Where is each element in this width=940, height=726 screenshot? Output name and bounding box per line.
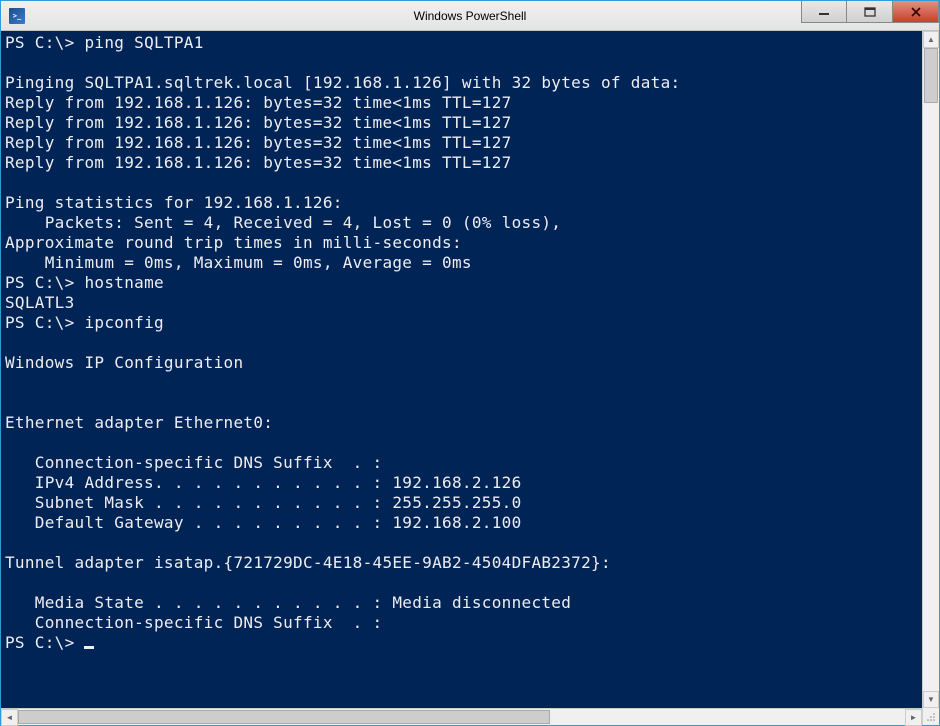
ping-reply: Reply from 192.168.1.126: bytes=32 time<… [5, 153, 512, 172]
scroll-down-button[interactable]: ▼ [923, 691, 939, 708]
vertical-scrollbar[interactable]: ▲ ▼ [922, 31, 939, 708]
scroll-left-button[interactable]: ◄ [1, 709, 18, 726]
window-title: Windows PowerShell [414, 9, 527, 23]
prompt: PS C:\> [5, 33, 75, 52]
hostname-output: SQLATL3 [5, 293, 75, 312]
adapter-dns-suffix: Connection-specific DNS Suffix . : [5, 453, 382, 472]
maximize-button[interactable] [847, 1, 893, 23]
adapter-subnet: Subnet Mask . . . . . . . . . . . : 255.… [5, 493, 522, 512]
titlebar[interactable]: Windows PowerShell [1, 1, 939, 31]
adapter-gateway: Default Gateway . . . . . . . . . : 192.… [5, 513, 522, 532]
cursor [84, 646, 94, 649]
tunnel-dns-suffix: Connection-specific DNS Suffix . : [5, 613, 382, 632]
horizontal-scrollbar[interactable]: ◄ ► [1, 708, 922, 725]
command-hostname: hostname [84, 273, 163, 292]
bottom-scroll-row: ◄ ► [1, 708, 939, 725]
adapter-header: Ethernet adapter Ethernet0: [5, 413, 273, 432]
powershell-window: Windows PowerShell PS C:\> ping SQLTPA1 … [0, 0, 940, 726]
scroll-track-horizontal[interactable] [18, 709, 905, 725]
tunnel-header: Tunnel adapter isatap.{721729DC-4E18-45E… [5, 553, 611, 572]
tunnel-media-state: Media State . . . . . . . . . . . : Medi… [5, 593, 571, 612]
window-controls [801, 1, 939, 23]
close-button[interactable] [893, 1, 939, 23]
ipconfig-header: Windows IP Configuration [5, 353, 243, 372]
adapter-ipv4: IPv4 Address. . . . . . . . . . . : 192.… [5, 473, 522, 492]
ping-header: Pinging SQLTPA1.sqltrek.local [192.168.1… [5, 73, 680, 92]
prompt: PS C:\> [5, 313, 75, 332]
ping-reply: Reply from 192.168.1.126: bytes=32 time<… [5, 93, 512, 112]
prompt: PS C:\> [5, 273, 75, 292]
scroll-right-button[interactable]: ► [905, 709, 922, 726]
ping-approx: Approximate round trip times in milli-se… [5, 233, 462, 252]
resize-grip[interactable] [922, 708, 939, 725]
ping-packets: Packets: Sent = 4, Received = 4, Lost = … [5, 213, 561, 232]
scroll-thumb-horizontal[interactable] [18, 710, 550, 724]
scroll-thumb-vertical[interactable] [924, 48, 938, 103]
scroll-up-button[interactable]: ▲ [923, 31, 939, 48]
command-ipconfig: ipconfig [84, 313, 163, 332]
ping-reply: Reply from 192.168.1.126: bytes=32 time<… [5, 113, 512, 132]
powershell-icon [9, 8, 25, 24]
console-container: PS C:\> ping SQLTPA1 Pinging SQLTPA1.sql… [1, 31, 939, 708]
ping-reply: Reply from 192.168.1.126: bytes=32 time<… [5, 133, 512, 152]
scroll-track-vertical[interactable] [923, 48, 939, 691]
prompt: PS C:\> [5, 633, 75, 652]
console-output[interactable]: PS C:\> ping SQLTPA1 Pinging SQLTPA1.sql… [1, 31, 922, 708]
ping-times: Minimum = 0ms, Maximum = 0ms, Average = … [5, 253, 472, 272]
minimize-icon [818, 7, 830, 17]
minimize-button[interactable] [801, 1, 847, 23]
ping-stats-header: Ping statistics for 192.168.1.126: [5, 193, 343, 212]
resize-grip-icon [926, 712, 936, 722]
maximize-icon [864, 7, 876, 17]
close-icon [910, 7, 922, 17]
command-ping: ping SQLTPA1 [84, 33, 203, 52]
